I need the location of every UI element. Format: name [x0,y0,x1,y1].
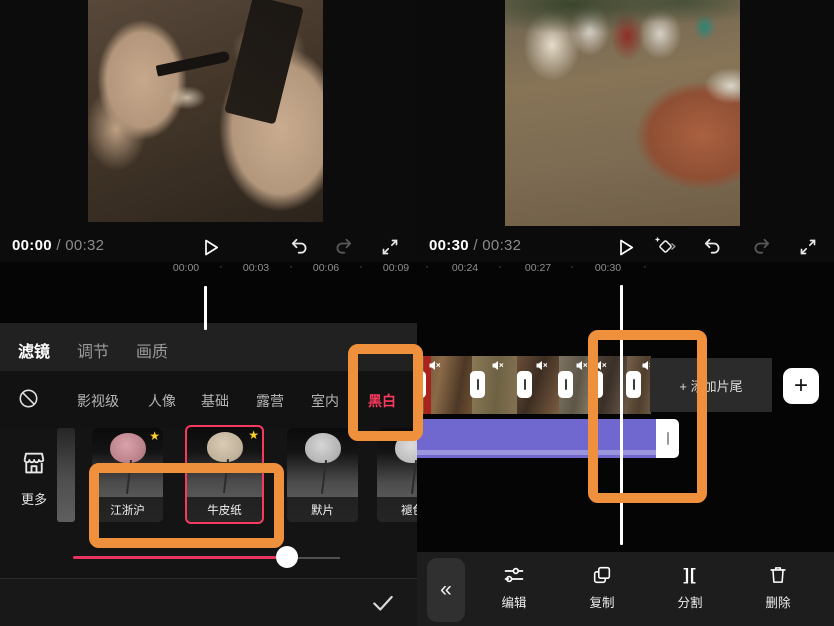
toolbar-edit[interactable]: 编辑 [484,562,544,611]
tab-quality[interactable]: 画质 [136,338,168,362]
toolbar-label: 编辑 [484,592,544,611]
filter-name: 褪色 [377,497,417,522]
ruler-dot: · [219,261,223,273]
ruler-dot: · [359,261,363,273]
rose-thumbnail [110,433,146,463]
filter-tile-mopian[interactable]: 默片 [287,428,358,522]
undo-button[interactable] [700,235,724,259]
left-player-controls: 00:00 / 00:32 [0,232,417,262]
ruler-tick: 00:00 [173,262,199,274]
filter-store-more[interactable]: 更多 [14,448,54,508]
toolbar-split[interactable]: ][ 分割 [660,562,720,611]
right-timecode-total: / 00:32 [473,237,521,254]
store-more-label: 更多 [14,489,54,508]
tab-adjust[interactable]: 调节 [77,338,109,362]
ruler-dot: · [643,261,647,273]
partial-filter-tile[interactable] [57,428,75,522]
filter-intensity-track-filled[interactable] [73,556,287,559]
confirm-check-button[interactable] [370,590,396,616]
left-timeline-ruler[interactable]: 00:00 · 00:03 · 00:06 · 00:09 [0,262,417,323]
category-basic[interactable]: 基础 [201,391,229,411]
clip-toolbar: « 编辑 复制 ][ 分割 [417,552,834,626]
star-badge: ★ [149,429,160,443]
filter-tile-tuise[interactable]: 褪色 [377,428,417,522]
fullscreen-icon[interactable] [378,235,402,259]
toolbar-delete[interactable]: 删除 [748,562,808,611]
left-playhead[interactable] [204,286,207,330]
timeline-editor-screen: 00:30 / 00:32 [417,0,834,626]
annotation-box-filter-tiles [89,463,284,548]
ruler-tick: 00:24 [452,262,478,274]
right-preview-frame [505,0,740,226]
rose-thumbnail [305,433,341,463]
toolbar-label: 分割 [660,592,720,611]
add-clip-button[interactable]: + [783,368,819,404]
right-timecode: 00:30 / 00:32 [429,237,521,254]
filter-intensity-knob[interactable] [276,546,298,568]
trash-icon [748,562,808,588]
tab-filter[interactable]: 滤镜 [18,338,50,362]
annotation-box-playhead-region [588,330,707,503]
left-video-preview[interactable] [0,0,417,232]
edit-sliders-icon [484,562,544,588]
rose-stem [410,460,416,494]
transition-handle[interactable] [558,371,573,398]
mute-icon [576,360,588,371]
toolbar-label: 复制 [572,592,632,611]
ruler-dot: · [570,261,574,273]
redo-button[interactable] [332,235,356,259]
no-filter-icon[interactable] [18,388,39,409]
mute-icon [536,360,548,371]
ruler-tick: 00:27 [525,262,551,274]
mute-icon [492,360,504,371]
annotation-box-blackwhite-category [348,344,423,441]
play-button[interactable] [613,235,637,259]
category-cinematic[interactable]: 影视级 [77,391,119,411]
play-button[interactable] [198,235,222,259]
collapse-toolbar-button[interactable]: « [427,558,465,622]
ruler-tick: 00:09 [383,262,409,274]
ruler-dot: · [498,261,502,273]
ruler-tick: 00:03 [243,262,269,274]
right-timecode-current: 00:30 [429,237,469,254]
left-timecode-current: 00:00 [12,237,52,254]
toolbar-copy[interactable]: 复制 [572,562,632,611]
ruler-tick: 00:06 [313,262,339,274]
ruler-tick: 00:30 [595,262,621,274]
capcut-dual-screenshot: 00:00 / 00:32 00:00 · 00:03 · 00:06 · 00 [0,0,834,626]
ruler-dot: · [425,261,429,273]
pen-tool-shape [156,50,231,76]
fullscreen-icon[interactable] [796,235,820,259]
star-badge: ★ [248,428,259,442]
copy-icon [572,562,632,588]
transition-handle[interactable] [517,371,532,398]
left-timecode-total: / 00:32 [56,237,104,254]
redo-button[interactable] [750,235,774,259]
category-indoor[interactable]: 室内 [311,391,339,411]
mute-icon [429,360,441,371]
dark-object-shape [224,0,303,125]
left-preview-frame [88,0,323,222]
transition-handle[interactable] [470,371,485,398]
filter-name: 默片 [287,497,358,522]
store-icon [19,448,49,478]
category-camping[interactable]: 露营 [256,391,284,411]
left-bottom-bar [0,579,417,626]
split-brackets-icon: ][ [660,562,720,588]
undo-button[interactable] [287,235,311,259]
right-player-controls: 00:30 / 00:32 [417,232,834,262]
ruler-dot: · [289,261,293,273]
category-portrait[interactable]: 人像 [148,391,176,411]
left-timecode: 00:00 / 00:32 [12,237,104,254]
toolbar-label: 删除 [748,592,808,611]
rose-stem [320,460,326,494]
right-video-preview[interactable] [417,0,834,232]
add-keyframe-icon[interactable] [653,235,677,259]
rose-thumbnail [207,432,243,462]
